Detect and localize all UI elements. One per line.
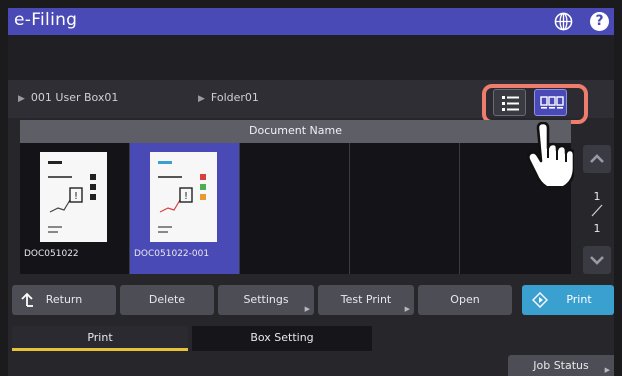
page-separator [591, 204, 603, 217]
return-button[interactable]: Return [12, 285, 116, 315]
breadcrumb-box[interactable]: ▶ 001 User Box01 [18, 91, 118, 104]
document-grid: ! DOC051022 ! DOC051022-001 [20, 143, 571, 274]
action-bar: Return Delete Settings ▶ Test Print ▶ Op… [8, 285, 614, 318]
scroll-down-button[interactable] [583, 246, 611, 274]
empty-cell [240, 143, 350, 274]
column-header-document-name[interactable]: Document Name [20, 120, 571, 143]
svg-text:!: ! [184, 191, 188, 202]
delete-label: Delete [148, 293, 186, 306]
test-print-label: Test Print [340, 293, 392, 306]
svg-text:!: ! [74, 191, 78, 202]
column-header-label: Document Name [249, 124, 342, 137]
bottom-tabs: Print Box Setting [8, 326, 614, 351]
document-thumbnail: ! [150, 152, 217, 242]
open-button[interactable]: Open [418, 285, 512, 315]
test-print-button[interactable]: Test Print ▶ [318, 285, 414, 315]
list-view-icon [502, 96, 519, 111]
delete-button[interactable]: Delete [120, 285, 214, 315]
globe-icon[interactable] [554, 12, 573, 31]
efiling-screen: e-Filing ? ▶ 001 User Box01 ▶ Folder01 D… [8, 8, 614, 376]
submenu-indicator-icon: ▶ [604, 366, 610, 374]
document-cell-selected[interactable]: ! DOC051022-001 [130, 143, 240, 274]
app-title: e-Filing [14, 10, 78, 30]
settings-button[interactable]: Settings ▶ [218, 285, 314, 315]
return-arrow-icon [21, 292, 33, 307]
scroll-up-button[interactable] [583, 145, 611, 173]
thumbnail-view-button[interactable] [534, 89, 567, 116]
job-status-label: Job Status [533, 359, 589, 372]
chevron-down-icon [590, 256, 604, 265]
help-icon[interactable]: ? [590, 12, 609, 31]
open-label: Open [450, 293, 480, 306]
title-bar: e-Filing ? [8, 8, 614, 35]
list-view-button[interactable] [493, 89, 526, 116]
breadcrumb-folder[interactable]: ▶ Folder01 [198, 91, 259, 104]
submenu-indicator-icon: ▶ [404, 305, 410, 313]
triangle-right-icon: ▶ [198, 94, 205, 104]
print-label: Print [566, 293, 592, 306]
triangle-right-icon: ▶ [18, 94, 25, 104]
document-name: DOC051022-001 [134, 249, 210, 259]
pointing-hand-icon [527, 122, 574, 186]
page-total: 1 [593, 222, 601, 235]
empty-cell [350, 143, 460, 274]
chevron-up-icon [590, 154, 604, 163]
thumbnail-view-icon [540, 96, 564, 109]
return-label: Return [45, 293, 83, 306]
document-thumbnail: ! [40, 152, 107, 242]
settings-label: Settings [243, 293, 289, 306]
tab-box-setting[interactable]: Box Setting [192, 326, 372, 351]
submenu-indicator-icon: ▶ [304, 305, 310, 313]
document-cell[interactable]: ! DOC051022 [20, 143, 130, 274]
tab-print[interactable]: Print [12, 326, 188, 351]
job-status-button[interactable]: Job Status ▶ [508, 355, 614, 376]
start-diamond-icon [532, 292, 548, 308]
document-name: DOC051022 [24, 249, 79, 259]
print-button[interactable]: Print [522, 285, 614, 315]
breadcrumb-box-label: 001 User Box01 [30, 91, 119, 104]
message-area [8, 35, 614, 80]
breadcrumb-folder-label: Folder01 [210, 91, 259, 104]
